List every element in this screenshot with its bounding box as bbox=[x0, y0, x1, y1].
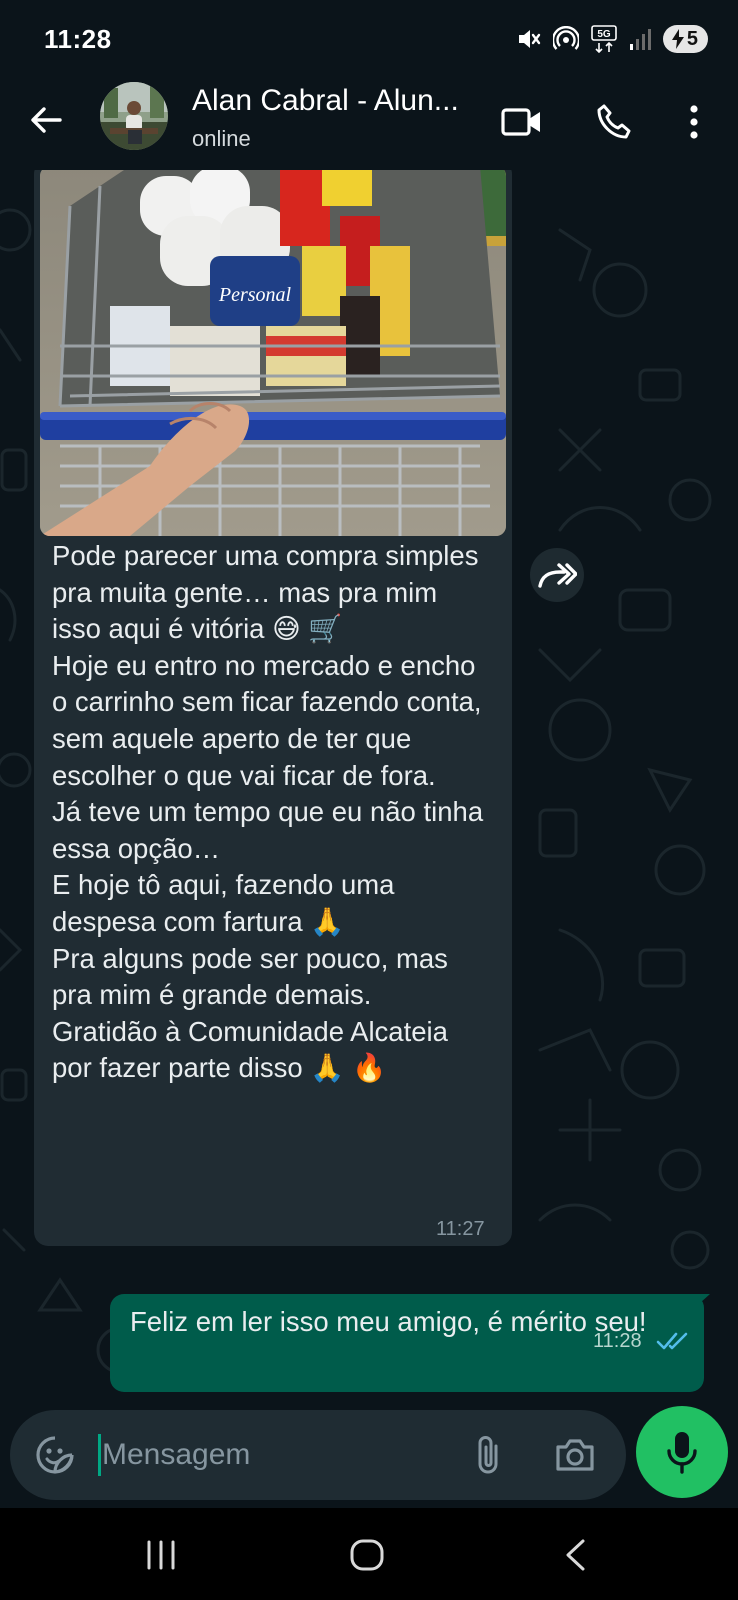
message-paragraph: Pra alguns pode ser pouco, mas pra mim é… bbox=[52, 942, 448, 1011]
system-back-button[interactable] bbox=[540, 1530, 610, 1580]
shared-photo-cart[interactable]: Personal bbox=[40, 170, 506, 536]
contact-avatar[interactable] bbox=[100, 82, 168, 150]
battery-level: 5 bbox=[686, 27, 698, 50]
svg-text:5G: 5G bbox=[597, 29, 611, 40]
arrow-left-icon bbox=[31, 107, 62, 133]
message-input[interactable] bbox=[102, 1430, 442, 1480]
incoming-message-text: Pode parecer uma compra simples pra muit… bbox=[52, 538, 492, 1087]
camera-icon bbox=[556, 1439, 594, 1471]
video-call-icon bbox=[501, 108, 540, 136]
message-composer bbox=[10, 1410, 626, 1500]
message-paragraph: Gratidão à Comunidade Alcateia por fazer… bbox=[52, 1015, 448, 1084]
read-ticks-icon bbox=[656, 1332, 688, 1350]
shopping-cart-photo: Personal bbox=[40, 170, 506, 536]
text-cursor bbox=[98, 1434, 101, 1476]
attach-button[interactable] bbox=[466, 1432, 512, 1478]
hotspot-icon bbox=[552, 26, 579, 50]
chevron-left-icon bbox=[566, 1539, 585, 1571]
voice-call-button[interactable] bbox=[586, 94, 642, 150]
forward-button[interactable] bbox=[530, 548, 584, 602]
network-5g-icon: 5G bbox=[591, 25, 617, 53]
system-navigation-bar bbox=[0, 1508, 738, 1600]
home-icon bbox=[350, 1539, 384, 1571]
camera-button[interactable] bbox=[550, 1432, 600, 1478]
sticker-emoji-icon bbox=[36, 1436, 74, 1474]
mute-icon bbox=[518, 30, 541, 48]
message-paragraph: Hoje eu entro no mercado e encho o carri… bbox=[52, 649, 482, 791]
avatar-photo bbox=[100, 82, 168, 150]
outgoing-message-text: Feliz em ler isso meu amigo, é mérito se… bbox=[130, 1306, 647, 1337]
phone-call-icon bbox=[597, 104, 631, 139]
microphone-icon bbox=[667, 1432, 697, 1474]
voice-message-button[interactable] bbox=[636, 1406, 728, 1498]
svg-text:Personal: Personal bbox=[218, 284, 292, 306]
chat-header: Alan Cabral - Alun... online bbox=[0, 76, 738, 170]
bubble-tail bbox=[690, 1294, 710, 1312]
chat-area[interactable]: Personal Pode parecer uma compra simples… bbox=[0, 170, 738, 1410]
back-button[interactable] bbox=[22, 96, 70, 144]
more-vert-icon bbox=[690, 105, 698, 139]
contact-status: online bbox=[192, 126, 251, 151]
video-call-button[interactable] bbox=[494, 94, 550, 150]
status-bar: 11:28 5G 5 bbox=[0, 0, 738, 76]
forward-icon bbox=[538, 563, 577, 588]
incoming-message-time: 11:27 bbox=[436, 1218, 485, 1240]
signal-icon bbox=[629, 29, 651, 50]
whatsapp-chat-screen: 11:28 5G 5 Alan Cabral - Alun... online … bbox=[0, 0, 738, 1600]
battery-indicator: 5 bbox=[662, 25, 708, 53]
status-icons: 5G 5 bbox=[515, 24, 708, 54]
recent-apps-icon bbox=[147, 1540, 175, 1570]
home-button[interactable] bbox=[332, 1530, 402, 1580]
charging-bolt-icon bbox=[671, 29, 684, 49]
outgoing-message-time: 11:28 bbox=[593, 1330, 642, 1352]
more-options-button[interactable] bbox=[666, 94, 722, 150]
status-time: 11:28 bbox=[44, 24, 112, 54]
message-paragraph: Já teve um tempo que eu não tinha essa o… bbox=[52, 796, 484, 864]
recent-apps-button[interactable] bbox=[126, 1530, 196, 1580]
message-paragraph: Pode parecer uma compra simples pra muit… bbox=[52, 540, 479, 645]
paperclip-icon bbox=[478, 1436, 498, 1474]
contact-name[interactable]: Alan Cabral - Alun... bbox=[192, 84, 459, 118]
emoji-button[interactable] bbox=[32, 1432, 78, 1478]
message-paragraph: E hoje tô aqui, fazendo uma despesa com … bbox=[52, 869, 395, 937]
